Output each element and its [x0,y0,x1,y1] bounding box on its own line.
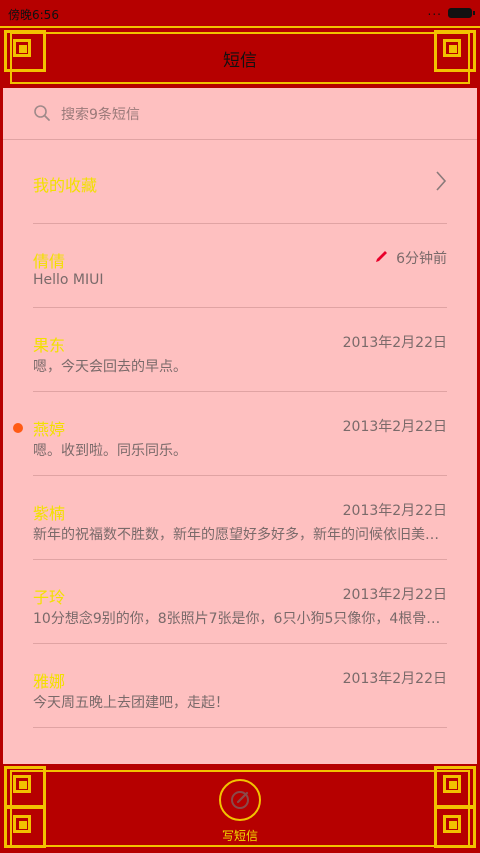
chevron-right-icon [436,171,447,191]
compose-label: 写短信 [221,829,258,843]
search-icon [34,105,50,121]
fret-ornament-top-left-icon [4,30,46,72]
battery-icon [448,8,475,18]
search-input[interactable]: 搜索9条短信 [61,104,140,124]
favorites-label: 我的收藏 [33,176,98,195]
message-time: 2013年2月22日 [342,419,447,435]
contact-name: 燕婷 [33,420,66,439]
message-preview: 嗯。收到啦。同乐同乐。 [33,443,187,459]
message-time: 2013年2月22日 [342,587,447,603]
contact-name: 雅娜 [33,672,66,691]
conversation-row[interactable]: 倩倩 6分钟前 Hello MIUI [33,224,447,308]
signal-dots-icon: ... [427,4,442,18]
message-time: 2013年2月22日 [342,335,447,351]
fret-ornament-bottom-right-lower-icon [434,806,476,848]
conversation-row[interactable]: 子玲 2013年2月22日 10分想念9别的你，8张照片7张是你，6只小狗5只像… [33,560,447,644]
title-bar: 短信 [0,28,480,88]
conversation-row[interactable]: 雅娜 2013年2月22日 今天周五晚上去团建吧，走起！ [33,644,447,728]
message-time: 6分钟前 [396,251,447,267]
message-preview: 今天周五晚上去团建吧，走起！ [33,695,229,711]
message-preview: Hello MIUI [33,272,104,288]
contact-name: 倩倩 [33,252,66,271]
search-bar[interactable]: 搜索9条短信 [3,88,477,140]
contact-name: 果东 [33,336,66,355]
message-preview: 嗯，今天会回去的早点。 [33,359,187,375]
status-time: 傍晚6:56 [8,8,59,22]
message-list-panel: 搜索9条短信 我的收藏 倩倩 6分钟前 Hello MIUI 果东 2013年2… [3,88,477,764]
message-time: 2013年2月22日 [342,671,447,687]
contact-name: 子玲 [33,588,66,607]
fret-ornament-bottom-left-icon [4,766,46,808]
conversation-row[interactable]: 紫楠 2013年2月22日 新年的祝福数不胜数，新年的愿望好多好多，新年的问候依… [33,476,447,560]
contact-name: 紫楠 [33,504,66,523]
draft-pencil-icon [376,251,387,262]
message-preview: 新年的祝福数不胜数，新年的愿望好多好多，新年的问候依旧美… [33,527,439,543]
message-preview: 10分想念9别的你，8张照片7张是你，6只小狗5只像你，4根骨… [33,611,441,627]
status-bar: 傍晚6:56 ... [0,0,480,28]
bottom-bar: 写短信 [0,764,480,853]
fret-ornament-top-right-icon [434,30,476,72]
conversation-row[interactable]: 燕婷 2013年2月22日 嗯。收到啦。同乐同乐。 [13,392,447,476]
page-title: 短信 [223,51,257,71]
fret-ornament-bottom-right-icon [434,766,476,808]
unread-dot-icon [13,423,23,433]
compose-icon [231,791,249,809]
conversation-row[interactable]: 果东 2013年2月22日 嗯，今天会回去的早点。 [33,308,447,392]
favorites-row[interactable]: 我的收藏 [33,140,447,224]
compose-button[interactable] [219,779,261,821]
fret-ornament-bottom-left-lower-icon [4,806,46,848]
message-time: 2013年2月22日 [342,503,447,519]
